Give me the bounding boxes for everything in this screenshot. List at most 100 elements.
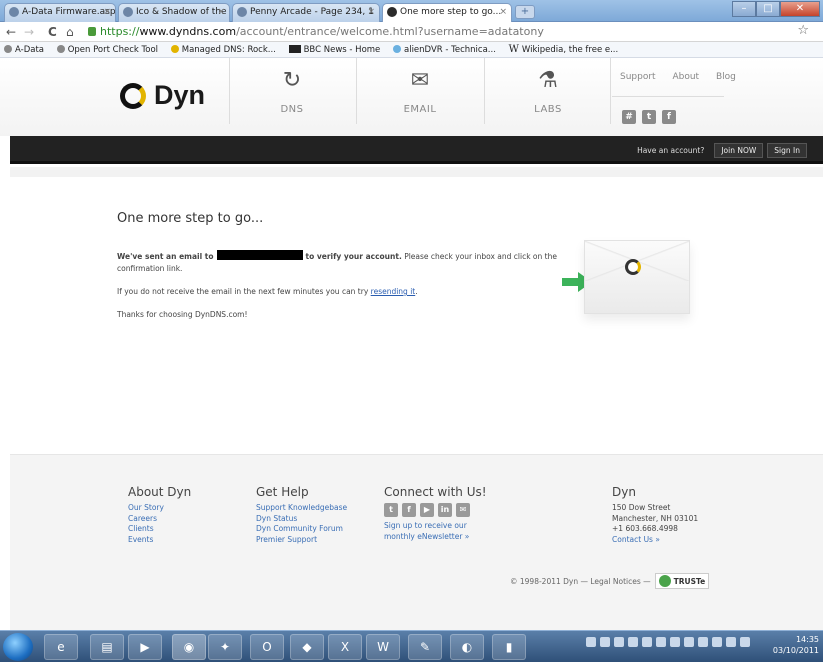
tab-penny-arcade[interactable]: Penny Arcade - Page 234, 1 ×	[232, 3, 380, 22]
facebook-icon[interactable]: f	[662, 110, 676, 124]
newsletter-line1[interactable]: Sign up to receive our	[384, 521, 487, 532]
tab-label: Penny Arcade - Page 234, 1	[250, 7, 374, 17]
newsletter-line2[interactable]: monthly eNewsletter »	[384, 532, 487, 543]
tray-icon[interactable]	[726, 637, 736, 647]
bookmark-star-icon[interactable]: ☆	[797, 23, 809, 38]
clients-link[interactable]: Clients	[128, 524, 191, 535]
bookmark-label: BBC News - Home	[303, 45, 381, 55]
bookmark-label: A-Data	[15, 45, 44, 55]
tab-close-icon[interactable]: ×	[367, 4, 375, 21]
nav-label: DNS	[280, 104, 304, 115]
tray-icon[interactable]	[586, 637, 596, 647]
header-social-icons: # t f	[622, 110, 682, 124]
tray-icon[interactable]	[600, 637, 610, 647]
bookmark-aliendvr[interactable]: alienDVR - Technica...	[393, 42, 496, 57]
outlook-taskbar-icon[interactable]: O	[250, 634, 284, 660]
tray-icon[interactable]	[670, 637, 680, 647]
email-icon[interactable]: ✉	[456, 503, 470, 517]
bookmark-open-port[interactable]: Open Port Check Tool	[56, 42, 159, 57]
minimize-button[interactable]: –	[732, 1, 756, 17]
nav-divider	[484, 58, 485, 124]
join-now-button[interactable]: Join NOW	[714, 143, 764, 158]
excel-taskbar-icon[interactable]: X	[328, 634, 362, 660]
cmd-taskbar-icon[interactable]: ▮	[492, 634, 526, 660]
about-link[interactable]: About	[672, 72, 699, 82]
new-tab-button[interactable]: +	[515, 5, 535, 19]
tray-icon[interactable]	[698, 637, 708, 647]
bookmark-managed-dns[interactable]: Managed DNS: Rock...	[170, 42, 276, 57]
redacted-email	[216, 250, 303, 260]
ie-taskbar-icon[interactable]: e	[44, 634, 78, 660]
knowledgebase-link[interactable]: Support Knowledgebase	[256, 503, 347, 514]
footer-contact: Dyn 150 Dow Street Manchester, NH 03101 …	[612, 485, 698, 545]
chrome-taskbar-icon[interactable]: ◉	[172, 634, 206, 660]
twitter-icon[interactable]: t	[384, 503, 398, 517]
explorer-taskbar-icon[interactable]: ▤	[90, 634, 124, 660]
screen: A-Data Firmware.aspx - Ap × Ico & Shadow…	[0, 0, 823, 662]
bookmark-bbc[interactable]: BBC News - Home	[288, 42, 381, 57]
premier-support-link[interactable]: Premier Support	[256, 535, 347, 546]
truste-badge[interactable]: TRUSTe	[654, 573, 710, 589]
media-player-taskbar-icon[interactable]: ▶	[128, 634, 162, 660]
tab-adata-firmware[interactable]: A-Data Firmware.aspx - Ap ×	[4, 3, 116, 22]
home-button[interactable]: ⌂	[66, 24, 74, 40]
tab-ico-shadow[interactable]: Ico & Shadow of the Colos ×	[118, 3, 230, 22]
address-line2: Manchester, NH 03101	[612, 513, 699, 523]
app-taskbar-icon[interactable]: ◐	[450, 634, 484, 660]
nav-divider	[610, 58, 611, 124]
contact-us-link[interactable]: Contact Us »	[612, 535, 698, 546]
nav-labs[interactable]: ⚗ LABS	[498, 68, 598, 115]
events-link[interactable]: Events	[128, 535, 191, 546]
tray-icon[interactable]	[656, 637, 666, 647]
share-icon[interactable]: #	[622, 110, 636, 124]
community-forum-link[interactable]: Dyn Community Forum	[256, 524, 347, 535]
resend-link[interactable]: resending it	[371, 287, 416, 296]
support-link[interactable]: Support	[620, 72, 656, 82]
window-controls: – □ ✕	[732, 1, 820, 17]
nav-email[interactable]: ✉ EMAIL	[370, 68, 470, 115]
tab-one-more-step[interactable]: One more step to go... ×	[382, 3, 512, 23]
dyn-logo[interactable]: Dyn	[120, 80, 205, 111]
blog-link[interactable]: Blog	[716, 72, 736, 82]
paint-taskbar-icon[interactable]: ✎	[408, 634, 442, 660]
tray-icon[interactable]	[740, 637, 750, 647]
nav-dns[interactable]: ↻ DNS	[242, 68, 342, 115]
tray-icon[interactable]	[642, 637, 652, 647]
tab-close-icon[interactable]: ×	[217, 4, 225, 21]
facebook-icon[interactable]: f	[402, 503, 416, 517]
bookmark-wikipedia[interactable]: W Wikipedia, the free e...	[509, 42, 619, 57]
forward-button[interactable]: →	[24, 24, 34, 40]
our-story-link[interactable]: Our Story	[128, 503, 191, 514]
back-button[interactable]: ←	[6, 24, 16, 40]
truste-icon	[658, 575, 671, 587]
close-window-button[interactable]: ✕	[780, 1, 820, 17]
windows-taskbar: e ▤ ▶ ◉ ✦ O ◆ X W ✎ ◐ ▮ 14:35 03/10/2011	[0, 630, 823, 662]
tray-icon[interactable]	[712, 637, 722, 647]
envelope-illustration	[584, 240, 690, 314]
sign-in-button[interactable]: Sign In	[767, 143, 807, 158]
app-taskbar-icon[interactable]: ✦	[208, 634, 242, 660]
url-field[interactable]: https://www.dyndns.com/account/entrance/…	[88, 24, 788, 40]
bookmark-label: Open Port Check Tool	[67, 45, 159, 55]
dyn-status-link[interactable]: Dyn Status	[256, 514, 347, 525]
site-footer: About Dyn Our Story Careers Clients Even…	[10, 454, 823, 630]
tray-icon[interactable]	[614, 637, 624, 647]
start-button[interactable]	[3, 633, 33, 661]
careers-link[interactable]: Careers	[128, 514, 191, 525]
twitter-icon[interactable]: t	[642, 110, 656, 124]
tab-close-icon[interactable]: ×	[103, 4, 111, 21]
tray-icon[interactable]	[684, 637, 694, 647]
tray-icon[interactable]	[628, 637, 638, 647]
reload-button[interactable]: C	[48, 24, 57, 40]
linkedin-icon[interactable]: in	[438, 503, 452, 517]
maximize-button[interactable]: □	[756, 1, 780, 17]
tab-close-icon[interactable]: ×	[499, 4, 507, 21]
youtube-icon[interactable]: ▶	[420, 503, 434, 517]
taskbar-clock[interactable]: 14:35 03/10/2011	[773, 634, 819, 656]
lock-icon	[88, 27, 96, 36]
resend-suffix: .	[415, 287, 418, 296]
word-taskbar-icon[interactable]: W	[366, 634, 400, 660]
app-taskbar-icon[interactable]: ◆	[290, 634, 324, 660]
bookmark-adata[interactable]: A-Data	[4, 42, 44, 57]
tab-favicon	[9, 7, 19, 17]
